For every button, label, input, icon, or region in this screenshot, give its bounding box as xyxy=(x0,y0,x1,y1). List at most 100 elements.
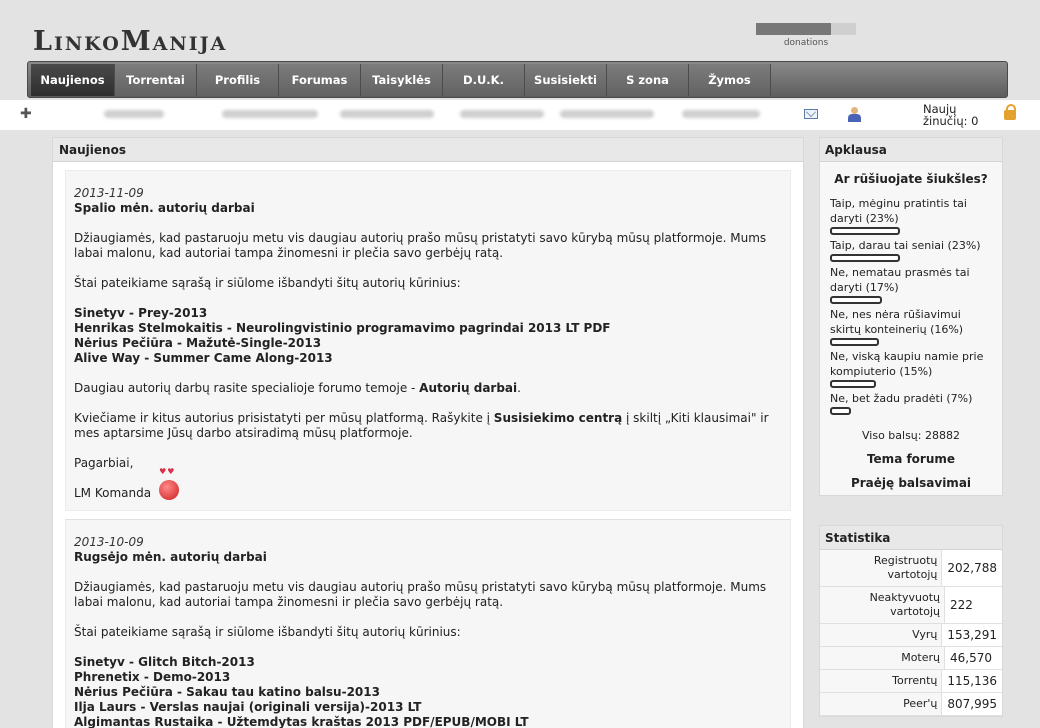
work-item: Alive Way - Summer Came Along-2013 xyxy=(74,351,333,365)
nav-profilis[interactable]: Profilis xyxy=(197,64,279,96)
news-signature: LM Komanda xyxy=(74,467,782,500)
news-item: 2013-11-09 Spalio mėn. autorių darbai Dž… xyxy=(65,170,791,511)
donations-progress-fill xyxy=(756,23,831,35)
poll-bar xyxy=(830,254,900,262)
work-item: Nėrius Pečiūra - Sakau tau katino balsu-… xyxy=(74,685,380,699)
stat-label: Torrentų xyxy=(820,670,943,692)
user-bar: ✚ Naujų žinučių: 0 xyxy=(0,100,1040,130)
blurred-stat xyxy=(222,110,318,118)
news-more: Daugiau autorių darbų rasite specialioje… xyxy=(74,381,782,396)
poll-option-label: Ne, nes nėra rūšiavimui skirtų konteiner… xyxy=(830,308,964,336)
news-intro: Džiaugiamės, kad pastaruoju metu vis dau… xyxy=(74,231,767,260)
stat-row: Vyrų 153,291 xyxy=(820,624,1002,647)
stat-label: Registruotų vartotojų xyxy=(820,550,943,586)
poll-option[interactable]: Taip, darau tai seniai (23%) xyxy=(830,238,992,262)
nav-s-zona[interactable]: S zona xyxy=(607,64,689,96)
poll-body: Ar rūšiuojate šiukšles? Taip, mėginu pra… xyxy=(820,162,1002,495)
poll-option-label: Taip, darau tai seniai (23%) xyxy=(830,239,981,252)
poll-option[interactable]: Taip, mėginu pratintis tai daryti (23%) xyxy=(830,196,992,235)
work-item: Nėrius Pečiūra - Mažutė-Single-2013 xyxy=(74,336,322,350)
news-greeting: Pagarbiai, xyxy=(74,456,134,470)
news-item: 2013-10-09 Rugsėjo mėn. autorių darbai D… xyxy=(65,519,791,728)
contact-center-link[interactable]: Susisiekimo centrą xyxy=(494,411,622,425)
authors-works-link[interactable]: Autorių darbai xyxy=(419,381,517,395)
user-icon[interactable] xyxy=(848,107,861,123)
main-nav: Naujienos Torrentai Profilis Forumas Tai… xyxy=(27,61,1008,98)
poll-option-label: Ne, bet žadu pradėti (7%) xyxy=(830,392,973,405)
news-invite: Kviečiame ir kitus autorius prisistatyti… xyxy=(74,411,782,441)
news-panel-title: Naujienos xyxy=(53,138,803,162)
poll-option[interactable]: Ne, nematau prasmės tai daryti (17%) xyxy=(830,265,992,304)
news-title: Spalio mėn. autorių darbai xyxy=(74,201,255,215)
news-more-text: Daugiau autorių darbų rasite specialioje… xyxy=(74,381,420,395)
new-messages-count[interactable]: Naujų žinučių: 0 xyxy=(923,103,987,127)
poll-option-label: Ne, viską kaupiu namie prie kompiuterio … xyxy=(830,350,984,378)
donations-widget[interactable]: donations xyxy=(756,23,856,48)
news-lead: Štai pateikiame sąrašą ir siūlome išband… xyxy=(74,625,461,639)
nav-duk[interactable]: D.U.K. xyxy=(443,64,525,96)
expand-icon[interactable]: ✚ xyxy=(20,106,32,122)
stat-row: Torrentų 115,136 xyxy=(820,670,1002,693)
nav-torrentai[interactable]: Torrentai xyxy=(115,64,197,96)
nav-zymos[interactable]: Žymos xyxy=(689,64,771,96)
stat-row: Peer'ų 807,995 xyxy=(820,693,1002,716)
love-smiley-icon xyxy=(159,467,180,500)
poll-forum-topic-link[interactable]: Tema forume xyxy=(830,452,992,466)
works-list: Sinetyv - Glitch Bitch-2013 Phrenetix - … xyxy=(74,655,782,728)
stat-value: 115,136 xyxy=(942,670,1002,692)
stat-row: Registruotų vartotojų 202,788 xyxy=(820,550,1002,587)
nav-naujienos[interactable]: Naujienos xyxy=(31,64,115,96)
stat-value: 202,788 xyxy=(942,550,1002,586)
work-item: Phrenetix - Demo-2013 xyxy=(74,670,231,684)
news-date: 2013-10-09 xyxy=(74,535,144,549)
stat-label: Peer'ų xyxy=(820,693,943,715)
nav-forumas[interactable]: Forumas xyxy=(279,64,361,96)
work-item: Sinetyv - Glitch Bitch-2013 xyxy=(74,655,255,669)
stat-value: 46,570 xyxy=(945,647,1002,669)
news-intro: Džiaugiamės, kad pastaruoju metu vis dau… xyxy=(74,580,767,609)
poll-bar xyxy=(830,338,879,346)
stat-value: 222 xyxy=(945,587,1002,623)
poll-bar xyxy=(830,407,851,415)
stat-label: Vyrų xyxy=(820,624,943,646)
poll-total-votes: Viso balsų: 28882 xyxy=(862,429,960,442)
poll-question: Ar rūšiuojate šiukšles? xyxy=(834,172,988,186)
stat-row: Moterų 46,570 xyxy=(820,647,1002,670)
news-title: Rugsėjo mėn. autorių darbai xyxy=(74,550,267,564)
poll-option[interactable]: Ne, bet žadu pradėti (7%) xyxy=(830,391,992,415)
poll-option[interactable]: Ne, nes nėra rūšiavimui skirtų konteiner… xyxy=(830,307,992,346)
blurred-stat xyxy=(560,110,654,118)
poll-bar xyxy=(830,227,900,235)
stat-value: 807,995 xyxy=(942,693,1002,715)
poll-option-label: Taip, mėginu pratintis tai daryti (23%) xyxy=(830,197,967,225)
works-list: Sinetyv - Prey-2013 Henrikas Stelmokaiti… xyxy=(74,306,782,366)
news-invite-text: Kviečiame ir kitus autorius prisistatyti… xyxy=(74,411,494,425)
blurred-stat xyxy=(104,110,164,118)
work-item: Sinetyv - Prey-2013 xyxy=(74,306,208,320)
poll-option[interactable]: Ne, viską kaupiu namie prie kompiuterio … xyxy=(830,349,992,388)
news-more-end: . xyxy=(517,381,521,395)
past-polls-link[interactable]: Praėję balsavimai xyxy=(830,476,992,490)
site-logo[interactable]: LinkoManija xyxy=(33,26,227,57)
stat-value: 153,291 xyxy=(942,624,1002,646)
news-lead: Štai pateikiame sąrašą ir siūlome išband… xyxy=(74,276,461,290)
blurred-stat xyxy=(682,110,760,118)
nav-taisykles[interactable]: Taisyklės xyxy=(361,64,443,96)
poll-bar xyxy=(830,296,882,304)
work-item: Ilja Laurs - Verslas naujai (originali v… xyxy=(74,700,422,714)
news-date: 2013-11-09 xyxy=(74,186,144,200)
mail-icon[interactable] xyxy=(804,109,818,119)
poll-option-label: Ne, nematau prasmės tai daryti (17%) xyxy=(830,266,970,294)
lock-icon[interactable] xyxy=(1004,104,1016,120)
poll-title: Apklausa xyxy=(820,138,1002,162)
poll-bar xyxy=(830,380,876,388)
news-panel: Naujienos 2013-11-09 Spalio mėn. autorių… xyxy=(52,137,804,728)
donations-progress-bar xyxy=(756,23,856,35)
nav-susisiekti[interactable]: Susisiekti xyxy=(525,64,607,96)
stat-row: Neaktyvuotų vartotojų 222 xyxy=(820,587,1002,624)
poll-panel: Apklausa Ar rūšiuojate šiukšles? Taip, m… xyxy=(819,137,1003,496)
statistics-title: Statistika xyxy=(820,526,1002,550)
stat-label: Moterų xyxy=(820,647,945,669)
stat-label: Neaktyvuotų vartotojų xyxy=(820,587,945,623)
signature-text: LM Komanda xyxy=(74,486,152,500)
